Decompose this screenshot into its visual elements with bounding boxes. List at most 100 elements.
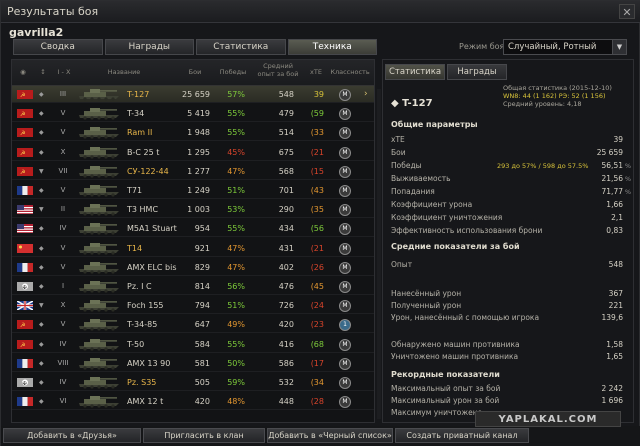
tank-icon [79, 338, 119, 351]
column-battles[interactable]: Бои [180, 68, 210, 76]
winrate: 55% [227, 109, 245, 119]
winrate: 47% [227, 243, 245, 253]
stat-value: 1 696 [601, 396, 623, 405]
tank-icon [79, 185, 119, 197]
svg-text:☭: ☭ [20, 111, 25, 118]
battles: 1 948 [187, 128, 210, 138]
stat-label: Максимальный урон за бой [391, 396, 500, 405]
column-mastery[interactable]: Классность [330, 68, 370, 76]
mastery-badge-icon: M [339, 281, 351, 293]
vehicle-name: СУ-122-44 [127, 166, 169, 176]
table-row[interactable]: ◆ V AMX ELC bis 829 47% 402 (26 M [12, 259, 374, 276]
battles: 829 [194, 262, 210, 272]
tier: III [59, 90, 67, 98]
watermark: YAPLAKAL.COM [475, 411, 621, 427]
avg-level: Средний уровень: 4,18 [503, 100, 582, 108]
section-general: Общие параметры [391, 120, 478, 129]
tier: IV [59, 339, 67, 348]
table-row[interactable]: ◆ IV M5A1 Stuart 954 55% 434 (56 M [12, 220, 374, 238]
table-row[interactable]: ▼ II T3 HMC 1 003 53% 290 (35 M [12, 201, 374, 219]
table-row[interactable]: ◆ V T14 921 47% 431 (21 M [12, 240, 374, 257]
table-scrollbar[interactable] [377, 89, 381, 419]
vehicle-name: T3 HMC [127, 205, 159, 215]
tab-detail-statistics[interactable]: Статистика [385, 64, 445, 80]
battles: 581 [194, 358, 210, 368]
tank-icon [79, 108, 119, 120]
france-flag-icon [17, 397, 33, 407]
svg-text:✠: ✠ [23, 285, 27, 291]
table-row[interactable]: ☭ ▼ VII СУ-122-44 1 277 47% 568 (15 M [12, 163, 374, 180]
table-row[interactable]: ☭ ◆ III T-127 25 659 57% 548 39 M › [12, 86, 374, 103]
battle-type-label: Режим боя: [459, 42, 508, 51]
bottom-action-bar: Добавить в «Друзья» Пригласить в клан До… [1, 426, 640, 446]
close-button[interactable]: ✕ [619, 4, 635, 19]
private-channel-button[interactable]: Создать приватный канал [395, 428, 529, 443]
invite-clan-button[interactable]: Пригласить в клан [143, 428, 265, 443]
window-title: Результаты боя [7, 5, 99, 18]
table-row[interactable]: ☭ ◆ V T-34 5 419 55% 479 (59 M [12, 105, 374, 123]
stat-label: Урон, нанесённый с помощью игрока [391, 313, 540, 322]
tank-icon [79, 319, 119, 331]
column-wins[interactable]: Победы [218, 68, 248, 76]
add-friend-button[interactable]: Добавить в «Друзья» [3, 428, 141, 443]
avg-exp: 290 [278, 205, 294, 215]
winrate: 48% [227, 397, 245, 407]
xte: (45 [310, 282, 324, 291]
vehicle-table: ◉ ↕ I - X Название Бои Победы Средний оп… [11, 59, 375, 423]
mastery-badge-icon: 1 [339, 319, 351, 332]
table-row[interactable]: ◆ VIII AMX 13 90 581 50% 586 (17 M [12, 355, 374, 372]
tab-awards[interactable]: Награды [104, 39, 194, 55]
table-row[interactable]: ▼ X Foch 155 794 51% 726 (24 M [12, 297, 374, 315]
xte: 39 [313, 90, 324, 99]
stat-value: 1,66 [606, 200, 623, 209]
stat-label: Выживаемость [391, 174, 451, 183]
vehicle-name: M5A1 Stuart [127, 224, 177, 234]
table-row[interactable]: ☭ ◆ IV T-50 584 55% 416 (68 M [12, 336, 374, 353]
stat-row: xTE 39 [391, 135, 631, 145]
svg-text:☭: ☭ [20, 150, 25, 157]
tier: IV [59, 224, 67, 233]
tier: V [60, 128, 66, 137]
winrate: 45% [227, 147, 245, 157]
table-row[interactable]: ☭ ◆ V Ram II 1 948 55% 514 (33 M [12, 124, 374, 142]
table-row[interactable]: ✠ ◆ I Pz. I C 814 56% 476 (45 M [12, 278, 374, 295]
stat-row: Эффективность использования брони 0,83 [391, 226, 631, 236]
nation-sort-icon[interactable]: ◉ [16, 68, 30, 76]
type-sort-icon[interactable]: ↕ [36, 68, 50, 76]
vehicle-type-icon: ▼ [39, 302, 44, 310]
blacklist-button[interactable]: Добавить в «Черный список» [267, 428, 393, 443]
ussr-flag-icon: ☭ [17, 109, 33, 119]
stat-label: Коэффициент урона [391, 200, 473, 209]
column-xte[interactable]: xTE [306, 68, 326, 76]
xte: (43 [310, 186, 324, 195]
svg-text:☭: ☭ [20, 92, 25, 99]
tank-icon [79, 127, 119, 139]
table-row[interactable]: ☭ ◆ X В-С 25 t 1 295 45% 675 (21 M [12, 144, 374, 161]
column-avg-exp[interactable]: Средний опыт за бой [256, 62, 300, 78]
stat-label: Победы [391, 161, 422, 170]
table-row[interactable]: ✠ ◆ IV Pz. S35 505 59% 532 (34 M [12, 374, 374, 391]
tank-icon [79, 242, 119, 255]
tank-icon [79, 89, 119, 101]
stat-label: Попадания [391, 187, 435, 196]
xte: (17 [310, 358, 324, 368]
tier: V [60, 243, 66, 252]
tab-statistics[interactable]: Статистика [196, 39, 286, 55]
ussr-flag-icon: ☭ [17, 320, 33, 330]
vehicle-type-icon: ◆ [39, 321, 44, 329]
battle-type-select[interactable]: Случайный, Ротный ▼ [503, 39, 627, 55]
table-row[interactable]: ◆ V T71 1 249 51% 701 (43 M [12, 182, 374, 199]
svg-text:☭: ☭ [20, 322, 25, 329]
vehicle-name: T-127 [127, 90, 150, 99]
table-row[interactable]: ☭ ◆ V T-34-85 647 49% 420 (23 1 [12, 316, 374, 334]
table-row[interactable]: ◆ VI AMX 12 t 420 48% 448 (28 M [12, 393, 374, 411]
vehicle-type-icon: ◆ [39, 359, 44, 367]
column-name[interactable]: Название [104, 68, 144, 76]
winrate: 55% [227, 224, 245, 234]
tier-sort[interactable]: I - X [54, 68, 74, 76]
player-name: gavrilla2 [9, 26, 64, 39]
tab-summary[interactable]: Сводка [13, 39, 103, 55]
tab-detail-awards[interactable]: Награды [447, 64, 507, 80]
vehicle-name: T14 [127, 243, 143, 253]
tab-vehicles[interactable]: Техника [287, 39, 377, 55]
